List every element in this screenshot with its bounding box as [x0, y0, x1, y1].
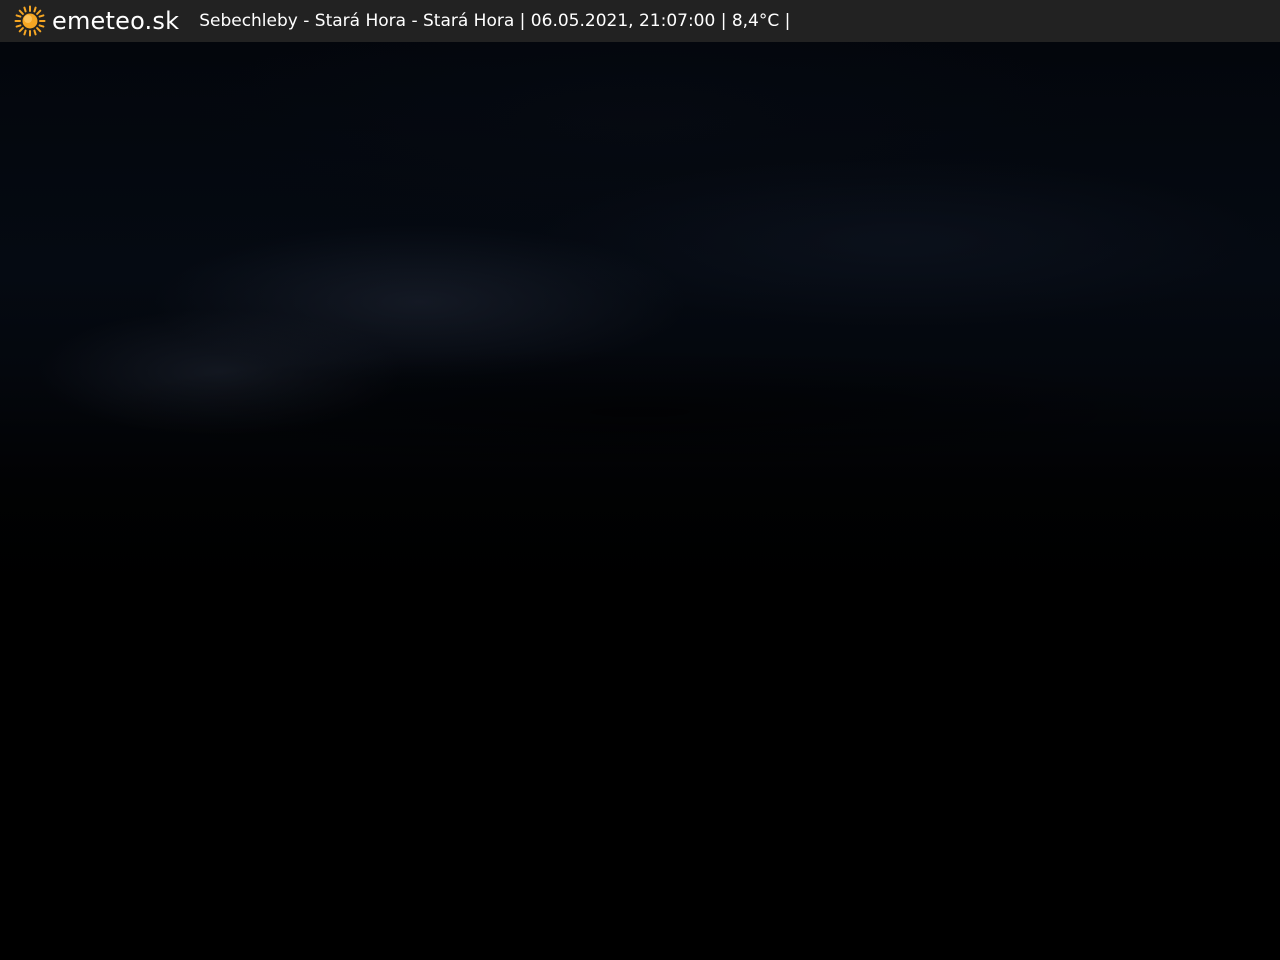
site-logo[interactable]: emeteo.sk: [14, 0, 179, 42]
webcam-frame: emeteo.sk Sebechleby - Stará Hora - Star…: [0, 0, 1280, 960]
logo-text: emeteo.sk: [52, 7, 180, 35]
webcam-caption: Sebechleby - Stará Hora - Stará Hora | 0…: [199, 11, 791, 31]
hill-ridge-silhouette: [0, 322, 1280, 462]
webcam-night-sky-image: [0, 42, 1280, 960]
top-bar: emeteo.sk Sebechleby - Stará Hora - Star…: [0, 0, 1280, 42]
sun-icon: [14, 5, 46, 37]
